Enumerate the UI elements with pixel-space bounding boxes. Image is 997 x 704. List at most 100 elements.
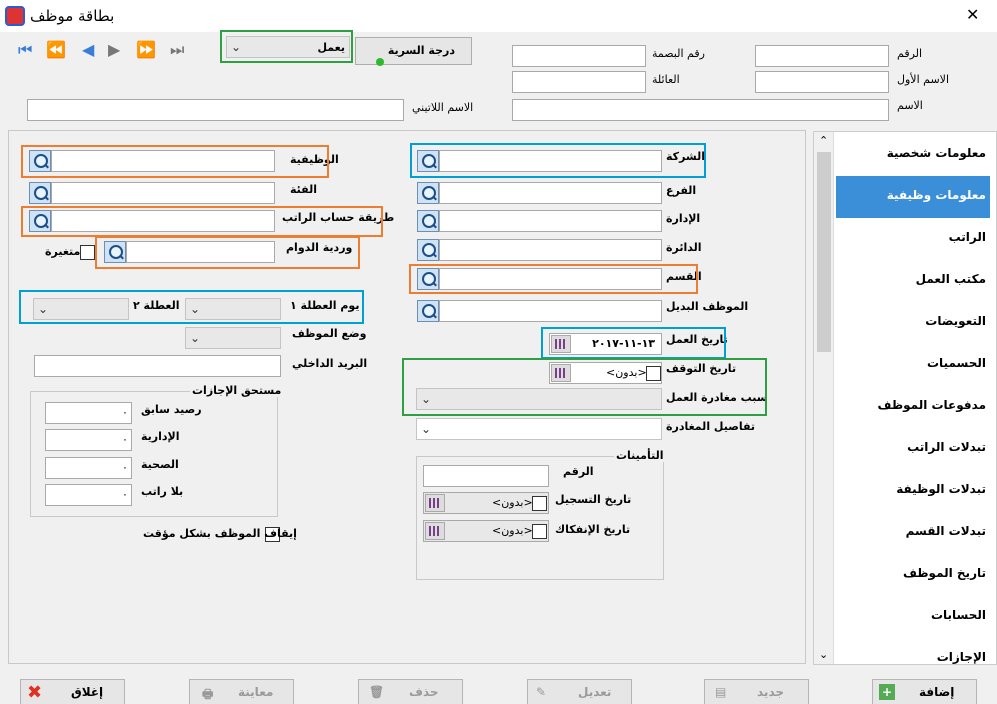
- sidebar-item[interactable]: مدفوعات الموظف: [836, 386, 990, 428]
- search-icon[interactable]: [417, 182, 439, 204]
- fingerprint-input[interactable]: [512, 45, 646, 67]
- sidebar-item[interactable]: معلومات شخصية: [836, 134, 990, 176]
- first-record-icon[interactable]: ⏮: [18, 40, 32, 60]
- department-label: الدائرة: [666, 241, 702, 254]
- latin-name-label: الاسم اللاتيني: [412, 101, 474, 114]
- sep-date-checkbox[interactable]: [532, 524, 547, 539]
- delete-button[interactable]: 🗑 حذف: [358, 679, 463, 704]
- search-icon[interactable]: [29, 182, 51, 204]
- shift-highlight: [95, 236, 360, 269]
- department-input[interactable]: [439, 239, 662, 261]
- privacy-button[interactable]: درجة السرية: [355, 37, 472, 66]
- family-input[interactable]: [512, 71, 646, 93]
- scroll-thumb[interactable]: [817, 152, 831, 352]
- print-icon: 🖶: [202, 687, 214, 701]
- company-highlight: [410, 143, 706, 178]
- sidebar-item[interactable]: الراتب: [836, 218, 990, 260]
- internal-mail-label: البريد الداخلي: [292, 357, 368, 370]
- search-icon[interactable]: [417, 210, 439, 232]
- leave-sick-input[interactable]: ٠: [45, 457, 132, 479]
- salary-calc-highlight: [21, 206, 383, 237]
- branch-label: الفرع: [666, 184, 697, 197]
- section-highlight: [409, 264, 698, 294]
- last-record-icon[interactable]: ⏭: [170, 40, 184, 60]
- search-icon[interactable]: [417, 300, 439, 322]
- sidebar-item[interactable]: التعويضات: [836, 302, 990, 344]
- scroll-down-icon[interactable]: ⌄: [819, 648, 828, 661]
- trash-icon: 🗑: [369, 685, 385, 699]
- employee-card-window: بطاقة موظف ✕ ⏮ ⏪ ◀ ▶ ⏩ ⏭ ⌄ يعمل درجة الس…: [0, 0, 997, 704]
- reg-date-checkbox[interactable]: [532, 496, 547, 511]
- sidebar-item[interactable]: معلومات وظيفية: [836, 176, 990, 218]
- close-button[interactable]: ✖ إغلاق: [20, 679, 125, 704]
- sidebar-item[interactable]: تبدلات الراتب: [836, 428, 990, 470]
- leave-reason-highlight: [402, 358, 767, 416]
- scroll-up-icon[interactable]: ⌃: [819, 134, 828, 147]
- prev-page-icon[interactable]: ⏪: [46, 40, 66, 59]
- substitute-label: الموظف البديل: [666, 300, 749, 313]
- stop-employee-label: إيقاف الموظف بشكل مؤقت: [143, 527, 297, 540]
- window-title: بطاقة موظف: [30, 7, 115, 25]
- sidebar: ⌃ ⌄ معلومات شخصية معلومات وظيفية الراتب مكت…: [813, 131, 997, 665]
- leave-unpaid-label: بلا راتب: [141, 485, 184, 498]
- employee-status-dropdown[interactable]: ⌄: [185, 327, 281, 349]
- insurance-number-label: الرقم: [563, 465, 594, 478]
- sidebar-item[interactable]: الإجازات: [836, 638, 990, 680]
- edit-button[interactable]: ✎ تعديل: [527, 679, 632, 704]
- calendar-icon[interactable]: [425, 522, 445, 540]
- leave-sick-label: الصحية: [141, 458, 179, 471]
- new-button[interactable]: ▤ جديد: [704, 679, 809, 704]
- internal-mail-input[interactable]: [34, 355, 281, 377]
- first-name-input[interactable]: [755, 71, 889, 93]
- administration-label: الإدارة: [666, 212, 701, 225]
- variable-checkbox[interactable]: [80, 245, 95, 260]
- leave-previous-input[interactable]: ٠: [45, 402, 132, 424]
- close-icon[interactable]: ✕: [966, 5, 979, 24]
- family-label: العائلة: [652, 73, 680, 86]
- sidebar-item[interactable]: مكتب العمل: [836, 260, 990, 302]
- number-input[interactable]: [755, 45, 889, 67]
- edit-icon: ✎: [536, 685, 547, 699]
- calendar-icon[interactable]: [425, 494, 445, 512]
- name-label: الاسم: [897, 99, 923, 112]
- status-highlight: [220, 30, 353, 63]
- work-date-highlight: [541, 327, 726, 359]
- scrollbar[interactable]: ⌃ ⌄: [814, 132, 834, 664]
- app-icon: [5, 6, 25, 26]
- sidebar-item[interactable]: الحسميات: [836, 344, 990, 386]
- latin-name-input[interactable]: [27, 99, 404, 121]
- branch-input[interactable]: [439, 182, 662, 204]
- reg-date-label: تاريخ التسجيل: [555, 493, 632, 506]
- category-input[interactable]: [51, 182, 275, 204]
- add-icon: +: [879, 684, 895, 700]
- category-label: الفئة: [290, 183, 317, 196]
- sidebar-item[interactable]: تبدلات الوظيفة: [836, 470, 990, 512]
- leaves-title: مستحق الإجازات: [190, 384, 284, 397]
- name-input[interactable]: [512, 99, 889, 121]
- new-doc-icon: ▤: [715, 685, 727, 699]
- add-button[interactable]: + إضافة: [872, 679, 977, 704]
- sidebar-item[interactable]: الحسابات: [836, 596, 990, 638]
- next-record-icon[interactable]: ▶: [108, 40, 120, 59]
- sidebar-item[interactable]: تاريخ الموظف: [836, 554, 990, 596]
- leave-unpaid-input[interactable]: ٠: [45, 484, 132, 506]
- title-bar: بطاقة موظف ✕: [0, 0, 997, 32]
- administration-input[interactable]: [439, 210, 662, 232]
- insurance-number-input[interactable]: [423, 465, 549, 487]
- preview-button[interactable]: 🖶 معاينة: [189, 679, 294, 704]
- prev-record-icon[interactable]: ◀: [82, 40, 94, 59]
- number-label: الرقم: [897, 47, 923, 60]
- leave-details-label: تفاصيل المغادرة: [666, 420, 756, 433]
- sidebar-item[interactable]: تبدلات القسم: [836, 512, 990, 554]
- leave-details-dropdown[interactable]: ⌄: [416, 418, 662, 440]
- substitute-input[interactable]: [439, 300, 662, 322]
- fingerprint-label: رقم البصمة: [652, 47, 705, 60]
- leave-admin-input[interactable]: ٠: [45, 429, 132, 451]
- employee-status-label: وضع الموظف: [292, 327, 367, 340]
- job-title-highlight: [21, 145, 329, 178]
- insurance-title: التأمينات: [614, 449, 666, 462]
- search-icon[interactable]: [417, 239, 439, 261]
- status-dot-icon: [376, 58, 384, 66]
- next-page-icon[interactable]: ⏩: [136, 40, 156, 59]
- leave-admin-label: الإدارية: [141, 430, 180, 443]
